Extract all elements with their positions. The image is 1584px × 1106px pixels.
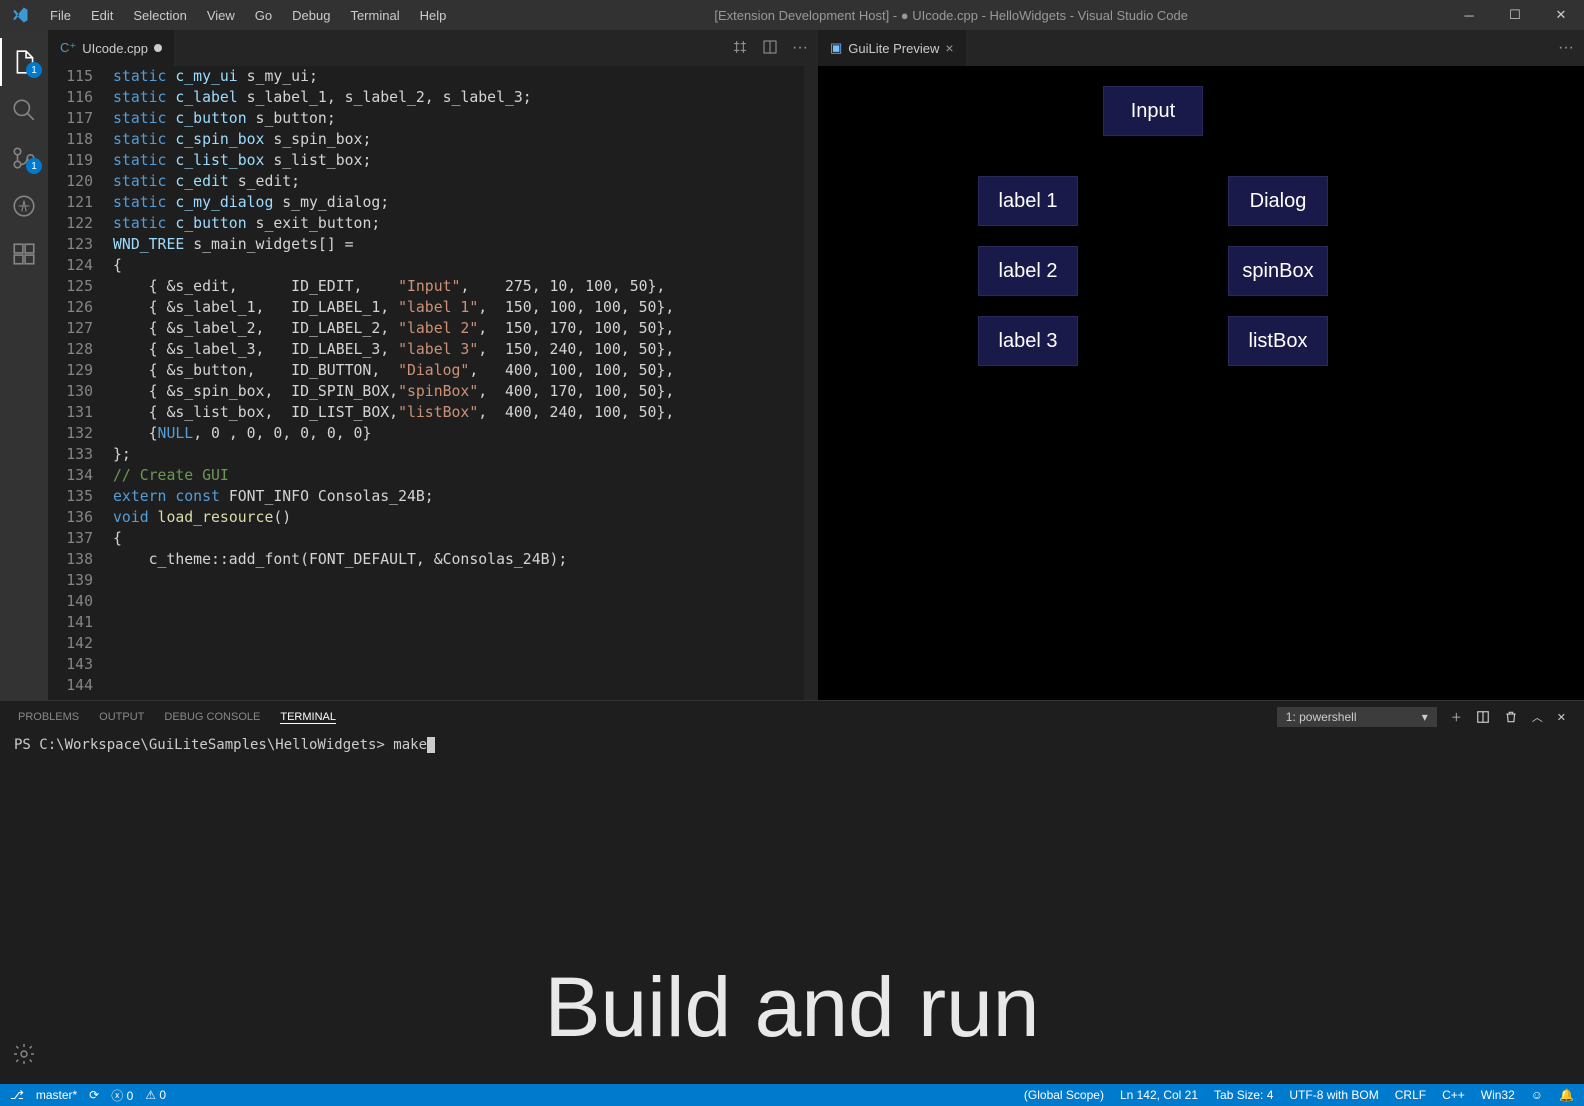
code-editor[interactable]: 1151161171181191201211221231241251261271…: [48, 66, 818, 700]
minimap[interactable]: [804, 66, 818, 700]
status-encoding[interactable]: UTF-8 with BOM: [1289, 1088, 1378, 1102]
menu-terminal[interactable]: Terminal: [340, 8, 409, 23]
widget-spinbox[interactable]: spinBox: [1228, 246, 1328, 296]
tab-label: GuiLite Preview: [848, 41, 939, 56]
status-os[interactable]: Win32: [1481, 1088, 1515, 1102]
panel-tab-terminal[interactable]: TERMINAL: [280, 711, 336, 724]
close-button[interactable]: ✕: [1538, 0, 1584, 30]
widget-listbox[interactable]: listBox: [1228, 316, 1328, 366]
status-pos[interactable]: Ln 142, Col 21: [1120, 1088, 1198, 1102]
overlay-caption: Build and run: [0, 959, 1584, 1056]
widget-label-1[interactable]: label 1: [978, 176, 1078, 226]
status-errors[interactable]: ⓧ 0: [111, 1087, 133, 1104]
terminal-prompt: PS C:\Workspace\GuiLiteSamples\HelloWidg…: [14, 737, 393, 753]
compare-icon[interactable]: [732, 39, 748, 57]
notifications-icon[interactable]: 🔔: [1559, 1088, 1574, 1102]
status-warnings[interactable]: ⚠ 0: [145, 1088, 166, 1102]
line-gutter: 1151161171181191201211221231241251261271…: [48, 66, 113, 700]
titlebar: FileEditSelectionViewGoDebugTerminalHelp…: [0, 0, 1584, 30]
window-title: [Extension Development Host] - ● UIcode.…: [456, 8, 1446, 23]
preview-tabs: ▣ GuiLite Preview × ···: [818, 30, 1584, 66]
status-scope[interactable]: (Global Scope): [1024, 1088, 1104, 1102]
editor-tabs: C⁺ UIcode.cpp ···: [48, 30, 818, 66]
widget-dialog[interactable]: Dialog: [1228, 176, 1328, 226]
split-editor-icon[interactable]: [762, 39, 778, 57]
tab-uicode[interactable]: C⁺ UIcode.cpp: [48, 30, 174, 66]
panel-tab-output[interactable]: OUTPUT: [99, 711, 144, 723]
scm-badge: 1: [26, 158, 42, 174]
menu-file[interactable]: File: [40, 8, 81, 23]
terminal-selector-label: 1: powershell: [1286, 710, 1357, 724]
terminal-cursor: [427, 737, 435, 753]
debug-icon[interactable]: [0, 182, 48, 230]
new-terminal-icon[interactable]: ＋: [1451, 709, 1462, 725]
menu-bar: FileEditSelectionViewGoDebugTerminalHelp: [40, 8, 456, 23]
kill-terminal-icon[interactable]: [1504, 710, 1518, 724]
close-panel-icon[interactable]: ✕: [1557, 711, 1566, 724]
explorer-icon[interactable]: 1: [0, 38, 48, 86]
menu-selection[interactable]: Selection: [123, 8, 196, 23]
activity-bar: 1 1: [0, 30, 48, 700]
menu-debug[interactable]: Debug: [282, 8, 340, 23]
tab-preview[interactable]: ▣ GuiLite Preview ×: [818, 30, 966, 66]
settings-gear-icon[interactable]: [0, 1030, 48, 1078]
panel-tab-debug-console[interactable]: DEBUG CONSOLE: [164, 711, 260, 723]
dirty-indicator-icon: [154, 44, 162, 52]
more-icon[interactable]: ···: [1558, 39, 1574, 57]
window-controls: ─ ☐ ✕: [1446, 0, 1584, 30]
status-tabsize[interactable]: Tab Size: 4: [1214, 1088, 1273, 1102]
minimize-button[interactable]: ─: [1446, 0, 1492, 30]
cpp-file-icon: C⁺: [60, 40, 76, 56]
menu-help[interactable]: Help: [410, 8, 457, 23]
panel-actions: 1: powershell▾ ＋ ︿ ✕: [1277, 707, 1566, 727]
status-lang[interactable]: C++: [1442, 1088, 1465, 1102]
widget-input[interactable]: Input: [1103, 86, 1203, 136]
status-branch[interactable]: master*: [36, 1088, 77, 1102]
terminal-input: make: [393, 737, 427, 753]
branch-icon[interactable]: ⎇: [10, 1088, 24, 1102]
maximize-panel-icon[interactable]: ︿: [1532, 709, 1543, 725]
tab-label: UIcode.cpp: [82, 41, 148, 56]
vscode-logo-icon: [0, 6, 40, 24]
more-icon[interactable]: ···: [792, 39, 808, 57]
editor-right: ▣ GuiLite Preview × ··· Input label 1 labe…: [818, 30, 1584, 700]
preview-icon: ▣: [830, 40, 842, 56]
editor-left: C⁺ UIcode.cpp ··· 1151161171181191201211…: [48, 30, 818, 700]
search-icon[interactable]: [0, 86, 48, 134]
guilite-preview[interactable]: Input label 1 label 2 label 3 Dialog spinBox l…: [818, 66, 1584, 700]
menu-go[interactable]: Go: [245, 8, 282, 23]
widget-label-3[interactable]: label 3: [978, 316, 1078, 366]
status-bar: ⎇ master* ⟳ ⓧ 0 ⚠ 0 (Global Scope) Ln 14…: [0, 1084, 1584, 1106]
extensions-icon[interactable]: [0, 230, 48, 278]
split-terminal-icon[interactable]: [1476, 710, 1490, 724]
code-content[interactable]: static c_my_ui s_my_ui;static c_label s_…: [113, 66, 818, 700]
widget-label-2[interactable]: label 2: [978, 246, 1078, 296]
terminal-selector[interactable]: 1: powershell▾: [1277, 707, 1437, 727]
menu-edit[interactable]: Edit: [81, 8, 123, 23]
menu-view[interactable]: View: [197, 8, 245, 23]
explorer-badge: 1: [26, 62, 42, 78]
scm-icon[interactable]: 1: [0, 134, 48, 182]
status-eol[interactable]: CRLF: [1395, 1088, 1426, 1102]
tab-close-icon[interactable]: ×: [945, 40, 953, 56]
panel-tabs: PROBLEMS OUTPUT DEBUG CONSOLE TERMINAL 1: p…: [0, 701, 1584, 733]
panel-tab-problems[interactable]: PROBLEMS: [18, 711, 79, 723]
maximize-button[interactable]: ☐: [1492, 0, 1538, 30]
feedback-icon[interactable]: ☺: [1531, 1088, 1543, 1102]
sync-icon[interactable]: ⟳: [89, 1088, 99, 1102]
